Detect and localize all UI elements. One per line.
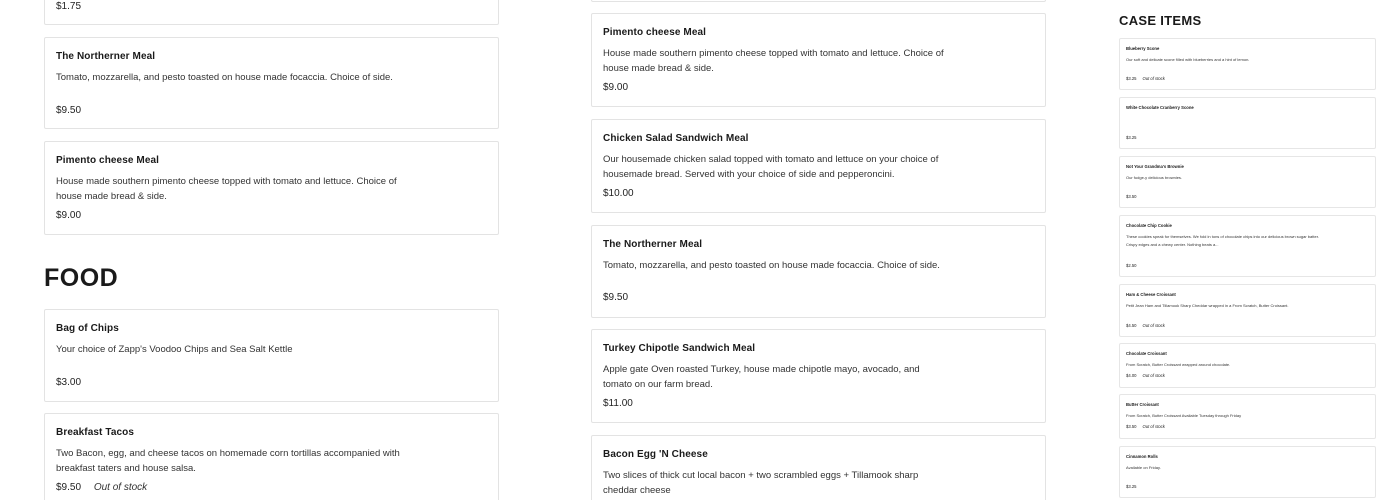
item-description: Apple gate Oven roasted Turkey, house ma… xyxy=(603,364,920,390)
case-item-card[interactable]: Butter Croissant From Scratch, Butter Cr… xyxy=(1119,394,1376,439)
case-item-card[interactable]: Chocolate Croissant From Scratch, Butter… xyxy=(1119,343,1376,388)
case-item-price-row: $4.00 Out of stock xyxy=(1126,373,1165,378)
item-description: Our housemade chicken salad topped with … xyxy=(603,154,939,180)
item-title: Breakfast Tacos xyxy=(56,427,135,438)
case-item-card[interactable]: Chocolate Chip Cookie These cookies spea… xyxy=(1119,215,1376,277)
item-description: Two Bacon, egg, and cheese tacos on home… xyxy=(56,448,400,474)
case-item-price: $3.25 xyxy=(1126,135,1137,140)
item-description: House made southern pimento cheese toppe… xyxy=(56,176,397,202)
menu-item-card[interactable]: Pimento cheese Meal House made southern … xyxy=(591,13,1046,107)
case-item-title: Blueberry Scone xyxy=(1126,46,1160,51)
sidebar-title: CASE ITEMS xyxy=(1119,13,1202,28)
item-description: Tomato, mozzarella, and pesto toasted on… xyxy=(56,72,393,83)
case-item-card[interactable]: Ham & Cheese Croissant Petit Jean Ham an… xyxy=(1119,284,1376,337)
item-description: House made southern pimento cheese toppe… xyxy=(603,48,944,74)
item-price: $9.50 xyxy=(603,292,629,303)
item-price-row: $9.50 Out of stock xyxy=(56,482,147,493)
menu-item-card[interactable]: Turkey Chipotle Sandwich Meal Apple gate… xyxy=(591,329,1046,423)
out-of-stock-label: Out of stock xyxy=(1142,76,1165,81)
case-item-price-row: $4.50 Out of stock xyxy=(1126,323,1165,328)
menu-item-card[interactable]: Bag of Chips Your choice of Zapp's Voodo… xyxy=(44,309,499,402)
menu-item-card[interactable]: Breakfast Tacos Two Bacon, egg, and chee… xyxy=(44,413,499,500)
item-price: $9.00 xyxy=(603,82,629,93)
case-item-title: Not Your Grandma's Brownie xyxy=(1126,164,1184,169)
item-price: $9.00 xyxy=(56,210,82,221)
item-title: Bacon Egg 'N Cheese xyxy=(603,449,708,460)
case-item-title: Chocolate Chip Cookie xyxy=(1126,223,1172,228)
item-title: The Northerner Meal xyxy=(56,51,156,62)
menu-item-card[interactable]: Bacon Egg 'N Cheese Two slices of thick … xyxy=(591,435,1046,500)
menu-item-card[interactable]: Chicken Salad Sandwich Meal Our housemad… xyxy=(591,119,1046,213)
out-of-stock-label: Out of stock xyxy=(1142,323,1165,328)
menu-item-card[interactable]: Pimento cheese Meal House made southern … xyxy=(44,141,499,235)
case-item-title: Chocolate Croissant xyxy=(1126,351,1167,356)
case-item-price: $3.25 xyxy=(1126,76,1137,81)
item-price: $3.00 xyxy=(56,377,82,388)
case-item-description: From Scratch, Butter Croissant wrapped a… xyxy=(1126,362,1231,367)
case-item-title: Ham & Cheese Croissant xyxy=(1126,292,1176,297)
case-item-price-row: $3.25 Out of stock xyxy=(1126,76,1165,81)
case-item-description: Petit Jean Ham and Tillamook Sharp Chedd… xyxy=(1126,303,1289,308)
item-price: $10.00 xyxy=(603,188,634,199)
case-item-title: Cinnamon Rolls xyxy=(1126,454,1158,459)
case-item-price: $3.50 xyxy=(1126,194,1137,199)
item-title: Pimento cheese Meal xyxy=(56,155,160,166)
item-title: Bag of Chips xyxy=(56,323,119,334)
case-item-price: $4.00 xyxy=(1126,373,1137,378)
item-title: Turkey Chipotle Sandwich Meal xyxy=(603,343,756,354)
item-description: Two slices of thick cut local bacon + tw… xyxy=(603,470,919,496)
case-item-description: Our soft and delicate scone filled with … xyxy=(1126,57,1250,62)
case-item-description: Our fudge-y delicious brownies. xyxy=(1126,175,1183,180)
case-item-description: Available on Friday. xyxy=(1126,465,1161,470)
case-item-title: White Chocolate Cranberry Scone xyxy=(1126,105,1194,110)
case-item-card[interactable]: Not Your Grandma's Brownie Our fudge-y d… xyxy=(1119,156,1376,208)
case-item-title: Butter Croissant xyxy=(1126,402,1159,407)
case-item-price: $2.50 xyxy=(1126,263,1137,268)
case-item-description: From Scratch, Butter Croissant Available… xyxy=(1126,413,1242,418)
menu-item-card[interactable] xyxy=(591,0,1046,2)
item-description: Your choice of Zapp's Voodoo Chips and S… xyxy=(56,344,293,355)
item-price: $9.50 xyxy=(56,482,82,493)
item-price: $1.75 xyxy=(56,1,82,12)
item-title: Chicken Salad Sandwich Meal xyxy=(603,133,749,144)
menu-item-card[interactable]: $1.75 xyxy=(44,0,499,25)
case-item-price: $3.50 xyxy=(1126,424,1137,429)
case-item-card[interactable]: Cinnamon Rolls Available on Friday. $3.2… xyxy=(1119,446,1376,498)
out-of-stock-label: Out of stock xyxy=(93,482,148,493)
section-heading-food: FOOD xyxy=(44,264,119,292)
item-title: Pimento cheese Meal xyxy=(603,27,707,38)
case-item-price: $3.25 xyxy=(1126,484,1137,489)
case-item-card[interactable]: Blueberry Scone Our soft and delicate sc… xyxy=(1119,38,1376,90)
case-item-price: $4.50 xyxy=(1126,323,1137,328)
case-item-price-row: $3.50 Out of stock xyxy=(1126,424,1165,429)
out-of-stock-label: Out of stock xyxy=(1142,373,1165,378)
item-title: The Northerner Meal xyxy=(603,239,703,250)
item-price: $11.00 xyxy=(603,398,633,409)
menu-item-card[interactable]: The Northerner Meal Tomato, mozzarella, … xyxy=(591,225,1046,318)
item-description: Tomato, mozzarella, and pesto toasted on… xyxy=(603,260,940,271)
out-of-stock-label: Out of stock xyxy=(1142,424,1165,429)
item-price: $9.50 xyxy=(56,105,82,116)
case-item-card[interactable]: White Chocolate Cranberry Scone $3.25 xyxy=(1119,97,1376,149)
menu-item-card[interactable]: The Northerner Meal Tomato, mozzarella, … xyxy=(44,37,499,129)
case-item-description: These cookies speak for themselves. We f… xyxy=(1126,234,1319,247)
